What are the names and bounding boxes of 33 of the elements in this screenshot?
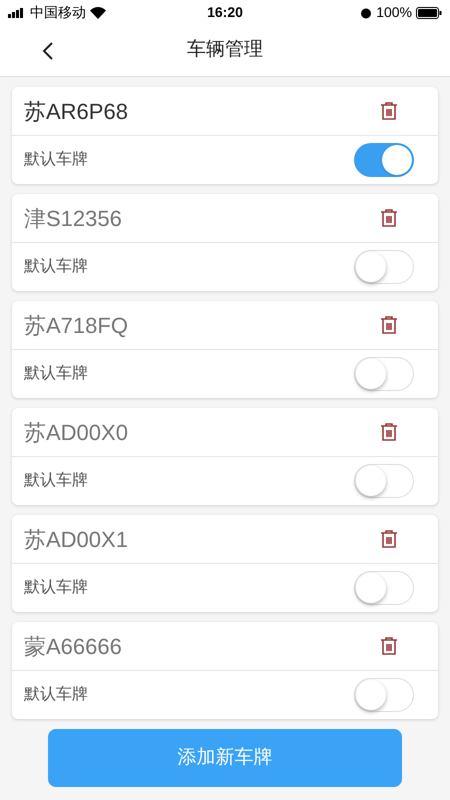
signal-icon — [8, 8, 26, 18]
trash-icon[interactable] — [378, 100, 400, 122]
battery-icon — [416, 6, 442, 18]
license-plate: 蒙A66666 — [24, 632, 122, 660]
license-plate: 津S12356 — [24, 204, 122, 232]
default-toggle[interactable] — [354, 571, 414, 605]
default-plate-label: 默认车牌 — [24, 684, 88, 705]
status-time: 16:20 — [207, 3, 243, 22]
trash-icon[interactable] — [378, 528, 400, 550]
battery-percent: 100% — [376, 3, 412, 22]
default-toggle[interactable] — [354, 678, 414, 712]
wifi-icon — [90, 6, 106, 18]
carrier-name: 中国移动 — [30, 3, 86, 22]
license-plate: 苏AD00X1 — [24, 526, 128, 554]
add-plate-button[interactable]: 添加新车牌 — [48, 729, 402, 787]
default-plate-label: 默认车牌 — [24, 256, 88, 277]
trash-icon[interactable] — [378, 207, 400, 229]
trash-icon[interactable] — [378, 635, 400, 657]
back-icon — [42, 40, 54, 60]
license-plate: 苏AD00X0 — [24, 418, 128, 446]
license-plate: 苏A718FQ — [24, 312, 128, 340]
default-toggle[interactable] — [354, 250, 414, 284]
trash-icon[interactable] — [378, 421, 400, 443]
default-plate-label: 默认车牌 — [24, 150, 88, 170]
default-plate-label: 默认车牌 — [24, 578, 88, 598]
default-toggle[interactable] — [354, 357, 414, 391]
default-plate-label: 默认车牌 — [24, 470, 88, 491]
default-toggle[interactable] — [354, 143, 414, 177]
trash-icon[interactable] — [378, 314, 400, 336]
license-plate: 苏AR6P68 — [24, 98, 128, 126]
page-title: 车辆管理 — [187, 38, 263, 62]
default-plate-label: 默认车牌 — [24, 364, 88, 384]
default-toggle[interactable] — [354, 464, 414, 498]
